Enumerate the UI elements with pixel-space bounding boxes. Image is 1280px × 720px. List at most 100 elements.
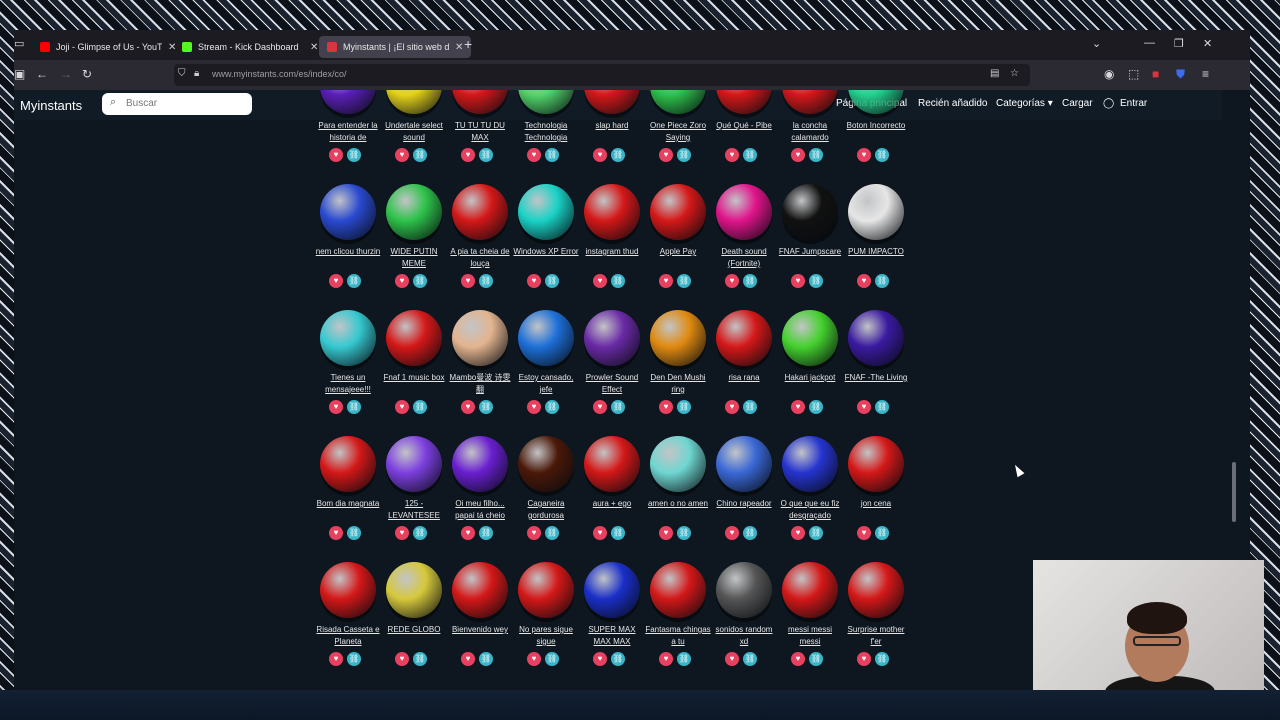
sound-label[interactable]: Estoy cansado, jefe: [513, 372, 579, 396]
heart-icon[interactable]: ♥: [395, 148, 409, 162]
link-icon[interactable]: ⛓: [545, 526, 559, 540]
sound-play-button[interactable]: [452, 436, 508, 492]
reader-view-icon[interactable]: ▤: [990, 68, 999, 79]
heart-icon[interactable]: ♥: [659, 400, 673, 414]
sound-play-button[interactable]: [848, 310, 904, 366]
sound-label[interactable]: messi messi messi: [777, 624, 843, 648]
sound-label[interactable]: Para entender la historia de: [315, 120, 381, 144]
heart-icon[interactable]: ♥: [461, 274, 475, 288]
sound-play-button[interactable]: [782, 310, 838, 366]
close-icon[interactable]: ✕: [455, 42, 463, 53]
sound-play-button[interactable]: [650, 436, 706, 492]
heart-icon[interactable]: ♥: [461, 400, 475, 414]
sound-label[interactable]: Boton Incorrecto: [843, 120, 909, 132]
link-icon[interactable]: ⛓: [743, 400, 757, 414]
sound-play-button[interactable]: [320, 436, 376, 492]
sound-play-button[interactable]: [386, 184, 442, 240]
sound-label[interactable]: One Piece Zoro Saying: [645, 120, 711, 144]
sound-label[interactable]: A pia ta cheia de louça: [447, 246, 513, 270]
link-icon[interactable]: ⛓: [809, 148, 823, 162]
heart-icon[interactable]: ♥: [527, 148, 541, 162]
link-icon[interactable]: ⛓: [545, 400, 559, 414]
heart-icon[interactable]: ♥: [461, 526, 475, 540]
sound-label[interactable]: Caganeira gordurosa: [513, 498, 579, 522]
heart-icon[interactable]: ♥: [791, 526, 805, 540]
sound-label[interactable]: No pares sigue sigue: [513, 624, 579, 648]
link-icon[interactable]: ⛓: [347, 526, 361, 540]
heart-icon[interactable]: ♥: [725, 526, 739, 540]
sound-label[interactable]: Apple Pay: [645, 246, 711, 258]
sound-label[interactable]: Qué Qué - Pibe: [711, 120, 777, 132]
heart-icon[interactable]: ♥: [461, 148, 475, 162]
sound-play-button[interactable]: [848, 184, 904, 240]
heart-icon[interactable]: ♥: [527, 526, 541, 540]
sound-label[interactable]: Undertale select sound: [381, 120, 447, 144]
sound-label[interactable]: Surprise mother f'er: [843, 624, 909, 648]
sound-label[interactable]: Oi meu filho... papai tá cheio: [447, 498, 513, 522]
sound-label[interactable]: Risada Casseta e Planeta: [315, 624, 381, 648]
link-icon[interactable]: ⛓: [479, 274, 493, 288]
sound-play-button[interactable]: [452, 562, 508, 618]
link-icon[interactable]: ⛓: [875, 400, 889, 414]
sound-play-button[interactable]: [518, 310, 574, 366]
link-icon[interactable]: ⛓: [479, 526, 493, 540]
sound-label[interactable]: 125 - LEVANTESEE: [381, 498, 447, 522]
heart-icon[interactable]: ♥: [527, 400, 541, 414]
sound-label[interactable]: Mambo曼波 诗雯翻: [447, 372, 513, 396]
sound-play-button[interactable]: [386, 310, 442, 366]
sound-play-button[interactable]: [386, 562, 442, 618]
heart-icon[interactable]: ♥: [857, 400, 871, 414]
sound-label[interactable]: nem clicou thurzin: [315, 246, 381, 258]
heart-icon[interactable]: ♥: [659, 652, 673, 666]
link-icon[interactable]: ⛓: [479, 148, 493, 162]
link-icon[interactable]: ⛓: [677, 274, 691, 288]
sound-label[interactable]: Technologia Technologia: [513, 120, 579, 144]
heart-icon[interactable]: ♥: [725, 400, 739, 414]
sound-label[interactable]: sonidos random xd: [711, 624, 777, 648]
link-icon[interactable]: ⛓: [413, 148, 427, 162]
new-tab-button[interactable]: +: [464, 36, 472, 52]
link-icon[interactable]: ⛓: [611, 274, 625, 288]
sound-label[interactable]: O que que eu fiz desgraçado: [777, 498, 843, 522]
sound-label[interactable]: TU TU TU DU MAX: [447, 120, 513, 144]
link-icon[interactable]: ⛓: [875, 652, 889, 666]
link-icon[interactable]: ⛓: [479, 652, 493, 666]
sound-label[interactable]: aura + ego: [579, 498, 645, 510]
sound-label[interactable]: Hakari jackpot: [777, 372, 843, 384]
heart-icon[interactable]: ♥: [725, 148, 739, 162]
link-icon[interactable]: ⛓: [875, 526, 889, 540]
heart-icon[interactable]: ♥: [593, 148, 607, 162]
sound-play-button[interactable]: [716, 562, 772, 618]
forward-button[interactable]: →: [60, 67, 72, 81]
sound-label[interactable]: Death sound (Fortnite): [711, 246, 777, 270]
sound-play-button[interactable]: [848, 562, 904, 618]
account-icon[interactable]: ◉: [1104, 67, 1114, 81]
link-icon[interactable]: ⛓: [413, 652, 427, 666]
scrollbar-thumb[interactable]: [1232, 462, 1236, 522]
sound-play-button[interactable]: [716, 436, 772, 492]
extension-icon[interactable]: ■: [1152, 67, 1159, 81]
heart-icon[interactable]: ♥: [857, 274, 871, 288]
sound-label[interactable]: FNAF -The Living: [843, 372, 909, 384]
sound-play-button[interactable]: [584, 184, 640, 240]
nav-recent[interactable]: Recién añadido: [918, 98, 988, 109]
sound-label[interactable]: Fantasma chingas a tu: [645, 624, 711, 648]
heart-icon[interactable]: ♥: [791, 148, 805, 162]
sound-play-button[interactable]: [320, 184, 376, 240]
link-icon[interactable]: ⛓: [545, 652, 559, 666]
sound-label[interactable]: SUPER MAX MAX MAX: [579, 624, 645, 648]
link-icon[interactable]: ⛓: [347, 274, 361, 288]
sound-play-button[interactable]: [782, 562, 838, 618]
restore-button[interactable]: ❐: [1174, 37, 1184, 50]
user-icon[interactable]: ◯: [1103, 98, 1114, 109]
sound-play-button[interactable]: [452, 310, 508, 366]
sound-play-button[interactable]: [584, 436, 640, 492]
sound-play-button[interactable]: [848, 436, 904, 492]
sound-label[interactable]: amen o no amen: [645, 498, 711, 510]
sound-label[interactable]: Den Den Mushi ring: [645, 372, 711, 396]
sound-play-button[interactable]: [650, 184, 706, 240]
heart-icon[interactable]: ♥: [857, 652, 871, 666]
address-bar[interactable]: ⛉ 🔒︎ www.myinstants.com/es/index/co/ ▤ ☆: [174, 64, 1030, 86]
heart-icon[interactable]: ♥: [527, 274, 541, 288]
link-icon[interactable]: ⛓: [545, 274, 559, 288]
